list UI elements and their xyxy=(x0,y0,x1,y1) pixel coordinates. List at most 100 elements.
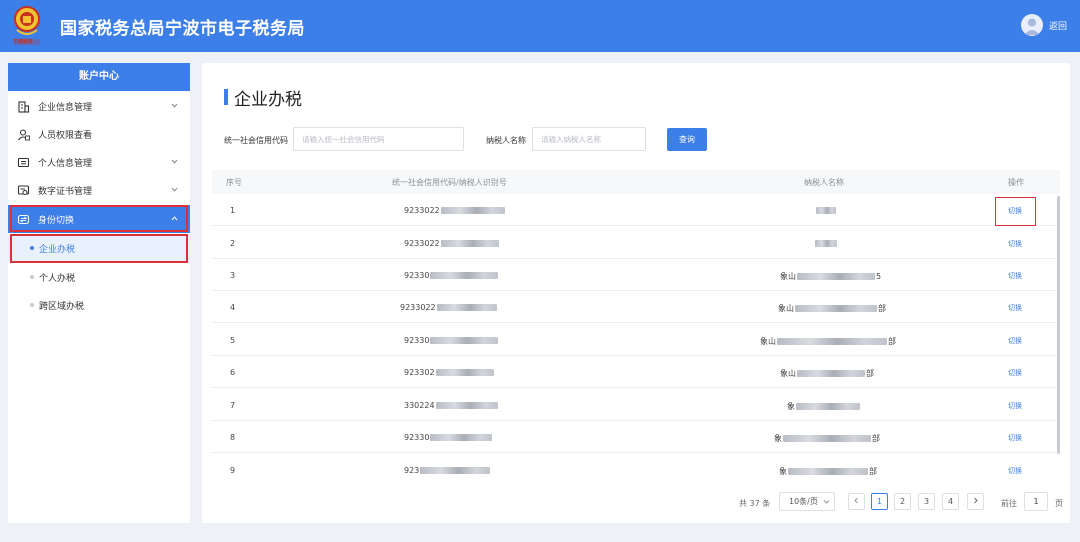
taxpayer-name-cell: 象山 部 xyxy=(760,336,896,347)
redaction-mask xyxy=(815,240,837,247)
page-button-2[interactable]: 2 xyxy=(894,493,911,510)
page-button-1[interactable]: 1 xyxy=(871,493,888,510)
redaction-mask xyxy=(436,304,497,311)
name-prefix: 象 xyxy=(787,402,795,411)
row-index: 4 xyxy=(230,303,236,312)
row-index: 7 xyxy=(230,401,236,410)
redaction-mask xyxy=(783,435,871,442)
query-button[interactable]: 查询 xyxy=(667,128,707,151)
redaction-mask xyxy=(430,434,493,441)
sidebar: 账户中心 企业信息管理 人员权限查看 个人信息管理 数字证书管理 身份切换 企业… xyxy=(8,63,190,523)
redaction-mask xyxy=(797,370,865,377)
name-prefix: 象山 xyxy=(760,337,776,346)
taxpayer-name-cell: 象山 部 xyxy=(780,368,874,379)
goto-label: 前往 xyxy=(1001,499,1017,508)
credit-code-cell: 9233022 xyxy=(404,206,506,215)
certificate-icon xyxy=(17,185,30,195)
credit-code-cell: 923 xyxy=(404,466,491,475)
taxpayer-name-cell xyxy=(815,206,837,215)
credit-code-text: 330224 xyxy=(404,401,435,410)
name-suffix: 部 xyxy=(869,467,877,476)
top-bar: 宁波税务 国家税务总局宁波市电子税务局 返回 xyxy=(0,0,1080,52)
taxpayer-name-cell: 象部 xyxy=(779,466,877,477)
column-header: 序号 xyxy=(226,178,242,187)
sidebar-item-enterprise-info[interactable]: 企业信息管理 xyxy=(8,92,190,120)
chevron-down-icon xyxy=(171,103,178,108)
table-row: 5 92330 象山 部 切换 xyxy=(212,324,1056,356)
table-header: 序号 统一社会信用代码/纳税人识别号 纳税人名称 操作 xyxy=(212,170,1060,194)
page-title: 企业办税 xyxy=(234,90,302,110)
sub-item-label: 个人办税 xyxy=(39,274,76,284)
credit-code-text: 9233022 xyxy=(400,303,436,312)
next-page-button[interactable] xyxy=(967,493,984,510)
credit-code-cell: 9233022 xyxy=(400,303,498,312)
redaction-mask xyxy=(430,272,499,279)
switch-link[interactable]: 切换 xyxy=(1008,433,1022,443)
credit-code-cell: 92330 xyxy=(404,271,499,280)
bullet-icon xyxy=(30,275,34,279)
id-card-icon xyxy=(17,157,30,168)
name-suffix: 部 xyxy=(888,337,896,346)
switch-link[interactable]: 切换 xyxy=(1008,401,1022,411)
credit-code-cell: 923302 xyxy=(404,368,495,377)
taxpayer-name-cell: 象 xyxy=(787,401,861,412)
redaction-mask xyxy=(788,468,868,475)
main-panel: 企业办税 统一社会信用代码 纳税人名称 查询 序号 统一社会信用代码/纳税人识别… xyxy=(202,63,1070,523)
redaction-mask xyxy=(797,273,875,280)
table-row: 6 923302 象山 部 切换 xyxy=(212,356,1056,388)
table-row: 1 9233022 切换 xyxy=(212,194,1056,226)
switch-link[interactable]: 切换 xyxy=(1008,239,1022,249)
sub-item-cross-region-tax[interactable]: 跨区域办税 xyxy=(8,291,190,319)
credit-code-cell: 9233022 xyxy=(404,239,500,248)
bullet-icon xyxy=(30,303,34,307)
table-scrollbar[interactable] xyxy=(1057,196,1060,454)
chevron-right-icon xyxy=(974,497,978,504)
redaction-mask xyxy=(440,240,499,247)
building-icon xyxy=(18,101,30,113)
column-header: 操作 xyxy=(1008,178,1024,187)
redaction-mask xyxy=(435,402,498,409)
sidebar-item-personal-info[interactable]: 个人信息管理 xyxy=(8,148,190,176)
sidebar-title: 账户中心 xyxy=(8,63,190,91)
name-prefix: 象 xyxy=(774,434,782,443)
back-button[interactable]: 返回 xyxy=(1049,19,1067,32)
user-avatar[interactable] xyxy=(1021,14,1043,36)
name-prefix: 象山 xyxy=(780,369,796,378)
name-prefix: 象山 xyxy=(778,304,794,313)
row-index: 3 xyxy=(230,271,236,280)
page-button-3[interactable]: 3 xyxy=(918,493,935,510)
switch-link[interactable]: 切换 xyxy=(1008,303,1022,313)
name-suffix: 部 xyxy=(878,304,886,313)
switch-link[interactable]: 切换 xyxy=(1008,336,1022,346)
taxpayer-name-input[interactable] xyxy=(532,127,646,151)
redaction-mask xyxy=(430,337,499,344)
goto-page-input[interactable] xyxy=(1024,492,1048,511)
prev-page-button[interactable] xyxy=(848,493,865,510)
page-size-select[interactable]: 10条/页 xyxy=(779,492,835,511)
switch-link[interactable]: 切换 xyxy=(1008,466,1022,476)
sub-item-personal-tax[interactable]: 个人办税 xyxy=(8,263,190,291)
page-button-4[interactable]: 4 xyxy=(942,493,959,510)
credit-code-input[interactable] xyxy=(293,127,464,151)
row-index: 8 xyxy=(230,433,236,442)
redaction-mask xyxy=(440,207,505,214)
sidebar-item-label: 企业信息管理 xyxy=(38,103,93,113)
chevron-down-icon xyxy=(171,159,178,164)
credit-code-label: 统一社会信用代码 xyxy=(224,136,288,145)
sidebar-item-personnel-permissions[interactable]: 人员权限查看 xyxy=(8,120,190,148)
row-index: 9 xyxy=(230,466,236,475)
emblem-caption: 宁波税务 xyxy=(13,39,34,45)
redaction-mask xyxy=(796,403,860,410)
sidebar-item-digital-certificate[interactable]: 数字证书管理 xyxy=(8,176,190,204)
total-count: 共 37 条 xyxy=(739,499,771,508)
sidebar-item-label: 数字证书管理 xyxy=(38,187,93,197)
switch-link[interactable]: 切换 xyxy=(1008,271,1022,281)
taxpayer-name-label: 纳税人名称 xyxy=(486,136,526,145)
table-row: 2 9233022 切换 xyxy=(212,227,1056,259)
taxpayer-name-cell xyxy=(814,239,838,248)
switch-link[interactable]: 切换 xyxy=(1008,368,1022,378)
credit-code-text: 9233022 xyxy=(404,206,440,215)
highlight-box xyxy=(10,234,188,263)
sub-item-label: 跨区域办税 xyxy=(39,302,85,312)
taxpayer-name-cell: 象山 部 xyxy=(778,303,886,314)
